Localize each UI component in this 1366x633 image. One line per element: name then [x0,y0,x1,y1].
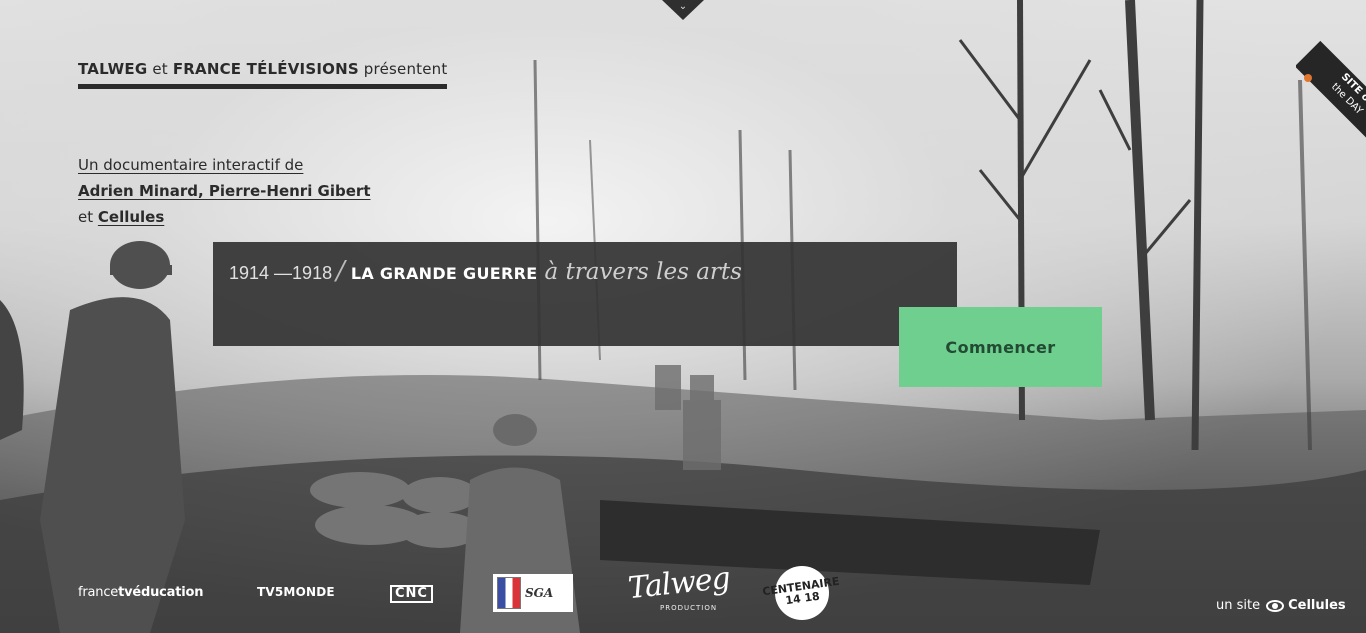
title-subtitle: à travers les arts [544,259,742,285]
presenters-suffix: présentent [358,60,448,78]
cellules-link[interactable]: Cellules [98,208,164,226]
eye-icon [1266,599,1285,612]
credits-and: et [78,208,98,226]
talweg-sub: PRODUCTION [660,604,718,612]
ftv-suffix: éducation [132,585,204,600]
title-main: LA GRANDE GUERRE [350,264,538,283]
footer-credit[interactable]: un site Cellules [1216,598,1346,613]
presenters-line: TALWEG et FRANCE TÉLÉVISIONS présentent [78,60,448,89]
footer-un-site: un site [1216,598,1261,613]
start-button[interactable]: Commencer [899,307,1102,387]
cnc-logo[interactable]: CNC [390,585,433,603]
presenters-et: et [147,60,173,78]
ftv-tv: tv [118,585,133,600]
footer-brand: Cellules [1288,598,1346,613]
france-tv-education-logo[interactable]: francetvéducation [78,585,203,600]
centenaire-logo[interactable]: CENTENAIRE 14 18 [762,566,840,620]
site-of-the-day-badge[interactable]: SITE of the DAY [1296,40,1366,150]
presenter-ftv: FRANCE TÉLÉVISIONS [172,60,359,78]
sga-text: SGA [525,586,554,600]
republique-flag-icon [497,577,521,609]
authors-link[interactable]: Adrien Minard, Pierre-Henri Gibert [78,182,371,200]
title-dates: 1914 —1918 [229,263,333,283]
documentary-credits: Un documentaire interactif de Adrien Min… [78,152,371,230]
title-panel: 1914 —1918 / LA GRANDE GUERRE à travers … [213,242,957,346]
presenter-talweg: TALWEG [78,60,148,78]
sga-logo[interactable]: SGA [493,574,573,612]
chevron-down-icon: ⌄ [678,1,688,12]
credits-intro-link[interactable]: Un documentaire interactif de [78,152,371,178]
ftv-prefix: france [78,585,119,600]
page-title: 1914 —1918 / LA GRANDE GUERRE à travers … [229,256,742,286]
tv5monde-logo[interactable]: TV5MONDE [257,585,335,599]
site-of-the-day-ribbon: SITE of the DAY [1296,40,1366,150]
title-slash: / [336,256,345,286]
leaf-icon [1304,74,1312,82]
